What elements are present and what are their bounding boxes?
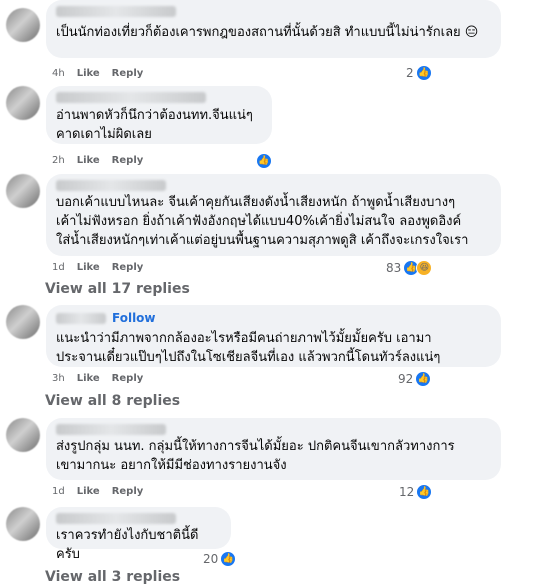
author-name[interactable] (56, 513, 176, 524)
author-name[interactable] (56, 424, 166, 435)
reply-button[interactable]: Reply (112, 155, 144, 166)
reaction-number: 83 (386, 261, 402, 275)
like-icon: 👍 (415, 65, 432, 81)
avatar[interactable] (6, 507, 40, 541)
comment-bubble: ส่งรูปกลุ่ม นนท. กลุ่มนี้ให้ทางการจีนได้… (46, 418, 501, 480)
like-button[interactable]: Like (77, 262, 100, 273)
comment-text: อ่านพาดหัวก็นึกว่าต้องนทท.จีนแน่ๆ คาดเดา… (56, 108, 253, 142)
comment-bubble: บอกเค้าแบบไหนละ จีนเค้าคุยกันเสียงดังน้ำ… (46, 174, 501, 256)
follow-button[interactable]: Follow (112, 311, 156, 325)
comment-text: เราควรทำยังไงกับชาตินี้ดีครับ (56, 528, 199, 562)
reply-button[interactable]: Reply (112, 68, 144, 79)
comment-bubble: Follow แนะนำว่ามีภาพจากกล้องอะไรหรือมีคน… (46, 305, 501, 367)
reaction-count[interactable]: 20 👍 (203, 551, 237, 567)
author-name[interactable] (56, 6, 176, 17)
author-name[interactable] (56, 92, 206, 103)
like-button[interactable]: Like (77, 155, 100, 166)
like-button[interactable]: Like (77, 486, 100, 497)
like-button[interactable]: Like (77, 68, 100, 79)
view-replies-link[interactable]: View all 17 replies (45, 281, 190, 297)
comment-bubble: อ่านพาดหัวก็นึกว่าต้องนทท.จีนแน่ๆ คาดเดา… (46, 86, 272, 144)
reaction-count[interactable]: 92 👍 (398, 371, 432, 387)
reply-button[interactable]: Reply (112, 486, 144, 497)
comment-text: บอกเค้าแบบไหนละ จีนเค้าคุยกันเสียงดังน้ำ… (56, 195, 469, 248)
comment-time[interactable]: 1d (52, 262, 65, 273)
reaction-count[interactable]: 12 👍 (399, 484, 433, 500)
reaction-number: 2 (406, 66, 414, 80)
reaction-number: 92 (398, 372, 414, 386)
comment-actions: 2h Like Reply (52, 155, 143, 166)
comment-bubble: เราควรทำยังไงกับชาตินี้ดีครับ (46, 507, 231, 562)
like-button[interactable]: Like (77, 373, 100, 384)
view-replies-link[interactable]: View all 8 replies (45, 393, 180, 409)
comment-time[interactable]: 3h (52, 373, 65, 384)
author-name[interactable] (56, 312, 106, 324)
reaction-count[interactable]: 2 👍 (406, 65, 432, 81)
comment-time[interactable]: 2h (52, 155, 65, 166)
reaction-count[interactable]: 👍 (256, 153, 272, 169)
view-replies-link[interactable]: View all 3 replies (45, 569, 180, 585)
comment-time[interactable]: 1d (52, 486, 65, 497)
reaction-number: 20 (203, 552, 219, 566)
comment-time[interactable]: 4h (52, 68, 65, 79)
avatar[interactable] (6, 174, 40, 208)
comment-text: เป็นนักท่องเที่ยวก็ต้องเคารพกฎของสถานที่… (56, 25, 479, 40)
like-icon: 👍 (416, 484, 433, 500)
avatar[interactable] (6, 86, 40, 120)
avatar[interactable] (6, 8, 40, 42)
like-icon: 👍 (220, 551, 237, 567)
comment-actions: 1d Like Reply (52, 262, 143, 273)
comment-actions: 4h Like Reply (52, 68, 143, 79)
avatar[interactable] (6, 418, 40, 452)
avatar[interactable] (6, 305, 40, 339)
reaction-number: 12 (399, 485, 415, 499)
reply-button[interactable]: Reply (112, 373, 144, 384)
comment-actions: 1d Like Reply (52, 486, 143, 497)
like-icon: 👍 (256, 153, 272, 169)
reply-button[interactable]: Reply (112, 262, 144, 273)
like-icon: 👍 (415, 371, 432, 387)
comment-actions: 3h Like Reply (52, 373, 143, 384)
comment-text: แนะนำว่ามีภาพจากกล้องอะไรหรือมีคนถ่ายภาพ… (56, 331, 441, 365)
reaction-count[interactable]: 83 👍 😆 (386, 260, 433, 276)
author-name[interactable] (56, 180, 166, 191)
haha-icon: 😆 (416, 260, 433, 276)
comment-text: ส่งรูปกลุ่ม นนท. กลุ่มนี้ให้ทางการจีนได้… (56, 439, 455, 473)
comment-bubble: เป็นนักท่องเที่ยวก็ต้องเคารพกฎของสถานที่… (46, 0, 501, 58)
